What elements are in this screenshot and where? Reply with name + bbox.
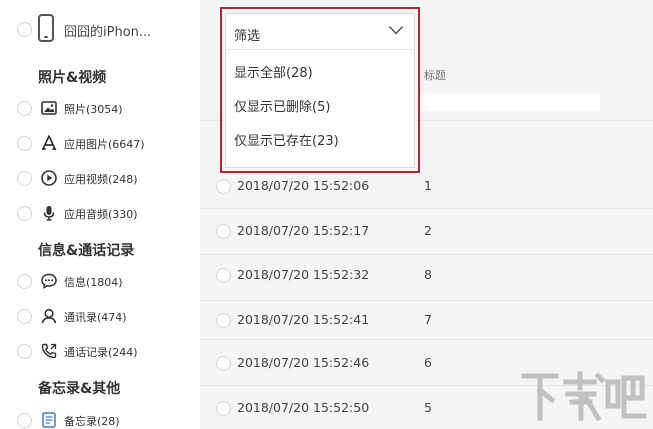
microphone-icon bbox=[43, 206, 55, 221]
sidebar-item-label: 通话记录(244) bbox=[64, 346, 138, 359]
row-divider bbox=[200, 339, 653, 340]
device-name: 囧囧的iPhon... bbox=[64, 25, 152, 40]
sidebar-item-label: 应用视频(248) bbox=[64, 173, 138, 186]
app-store-icon bbox=[41, 135, 57, 150]
row-time: 2018/07/20 15:52:17 bbox=[237, 223, 370, 238]
section-title-messages-calls: 信息&通话记录 bbox=[38, 243, 135, 259]
section-title-notes-other: 备忘录&其他 bbox=[38, 381, 121, 397]
row-radio[interactable] bbox=[216, 401, 231, 416]
table-row[interactable]: 2018/07/20 15:52:32 8 bbox=[200, 260, 653, 290]
sidebar-item-app-images[interactable]: 应用图片(6647) bbox=[0, 131, 200, 157]
sidebar-item-contacts[interactable]: 通讯录(474) bbox=[0, 304, 200, 330]
sidebar-item-radio[interactable] bbox=[17, 101, 32, 116]
row-radio[interactable] bbox=[216, 268, 231, 283]
table-row[interactable]: 2018/07/20 15:52:06 1 bbox=[200, 171, 653, 201]
row-radio[interactable] bbox=[216, 356, 231, 371]
sidebar-item-radio[interactable] bbox=[17, 344, 32, 359]
device-radio[interactable] bbox=[17, 22, 32, 37]
sidebar-item-label: 通讯录(474) bbox=[64, 311, 127, 324]
sidebar-item-radio[interactable] bbox=[17, 413, 32, 428]
sidebar-item-label: 备忘录(28) bbox=[64, 415, 120, 428]
phone-call-icon bbox=[41, 343, 57, 359]
highlight-box bbox=[220, 7, 420, 173]
row-title: 8 bbox=[424, 267, 432, 282]
message-bubble-icon bbox=[41, 273, 57, 289]
row-time: 2018/07/20 15:52:32 bbox=[237, 267, 370, 282]
play-icon bbox=[41, 170, 57, 186]
title-filter-input[interactable] bbox=[422, 93, 600, 111]
column-header-title: 标题 bbox=[424, 69, 446, 82]
row-radio[interactable] bbox=[216, 224, 231, 239]
sidebar-item-app-audio[interactable]: 应用音频(330) bbox=[0, 201, 200, 227]
sidebar-item-photos[interactable]: 照片(3054) bbox=[0, 96, 200, 122]
photo-icon bbox=[41, 101, 57, 115]
sidebar-item-notes[interactable]: 备忘录(28) bbox=[0, 408, 200, 429]
row-title: 6 bbox=[424, 355, 432, 370]
iphone-icon bbox=[38, 14, 54, 42]
row-radio[interactable] bbox=[216, 313, 231, 328]
sidebar: 囧囧的iPhon... 照片&视频 照片(3054) 应用图片(6647) 应用… bbox=[0, 0, 200, 429]
row-title: 2 bbox=[424, 223, 432, 238]
notes-icon bbox=[42, 412, 56, 428]
row-title: 5 bbox=[424, 400, 432, 415]
row-divider bbox=[200, 300, 653, 301]
sidebar-item-radio[interactable] bbox=[17, 206, 32, 221]
row-time: 2018/07/20 15:52:41 bbox=[237, 312, 370, 327]
row-time: 2018/07/20 15:52:50 bbox=[237, 400, 370, 415]
sidebar-item-label: 照片(3054) bbox=[64, 103, 123, 116]
sidebar-item-label: 应用图片(6647) bbox=[64, 138, 145, 151]
sidebar-item-radio[interactable] bbox=[17, 309, 32, 324]
row-time: 2018/07/20 15:52:06 bbox=[237, 178, 370, 193]
watermark-logo-graphic bbox=[521, 371, 647, 422]
row-divider bbox=[200, 208, 653, 209]
row-title: 1 bbox=[424, 178, 432, 193]
row-radio[interactable] bbox=[216, 179, 231, 194]
sidebar-item-label: 信息(1804) bbox=[64, 276, 123, 289]
sidebar-item-radio[interactable] bbox=[17, 274, 32, 289]
row-divider bbox=[200, 254, 653, 255]
row-time: 2018/07/20 15:52:46 bbox=[237, 355, 370, 370]
sidebar-item-radio[interactable] bbox=[17, 136, 32, 151]
watermark-logo bbox=[520, 368, 647, 424]
table-row[interactable]: 2018/07/20 15:52:17 2 bbox=[200, 216, 653, 246]
contact-person-icon bbox=[41, 308, 57, 324]
sidebar-item-radio[interactable] bbox=[17, 171, 32, 186]
sidebar-item-app-videos[interactable]: 应用视频(248) bbox=[0, 166, 200, 192]
sidebar-item-call-log[interactable]: 通话记录(244) bbox=[0, 339, 200, 365]
table-row[interactable]: 2018/07/20 15:52:41 7 bbox=[200, 305, 653, 335]
section-title-photos-video: 照片&视频 bbox=[38, 70, 107, 86]
row-title: 7 bbox=[424, 312, 432, 327]
device-row[interactable]: 囧囧的iPhon... bbox=[0, 10, 200, 50]
sidebar-item-messages[interactable]: 信息(1804) bbox=[0, 269, 200, 295]
sidebar-item-label: 应用音频(330) bbox=[64, 208, 138, 221]
